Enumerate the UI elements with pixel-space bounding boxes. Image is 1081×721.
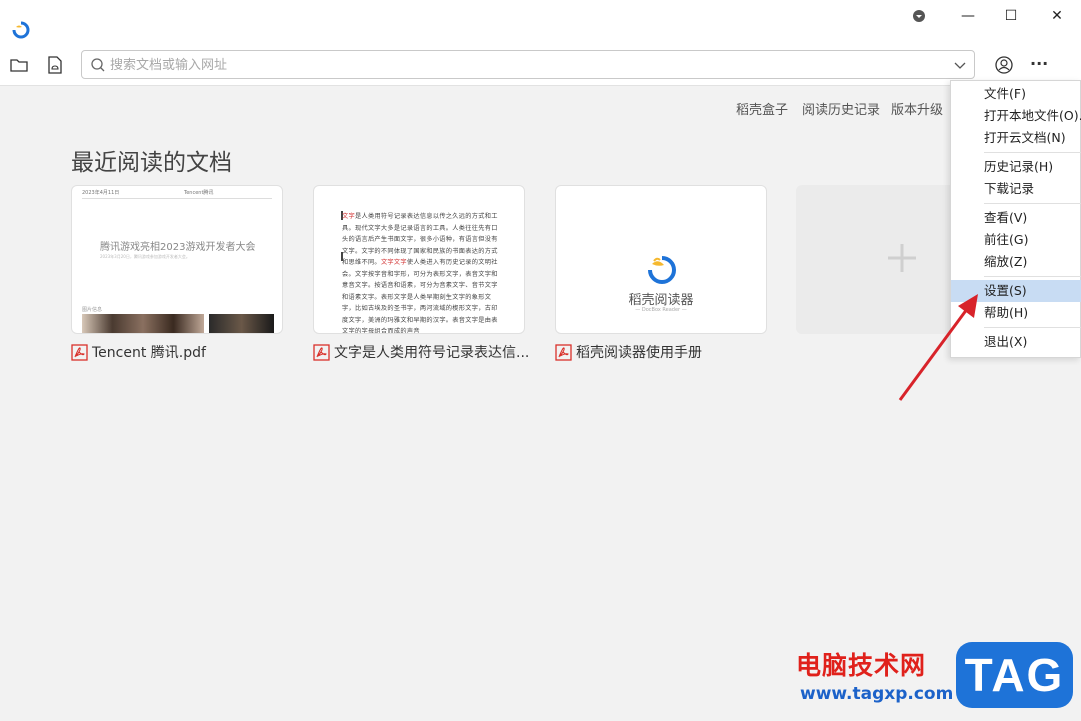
close-button[interactable]: ✕	[1034, 4, 1080, 28]
highlight-text: 文字	[342, 213, 355, 220]
dropdown-circle-icon[interactable]	[896, 4, 942, 28]
document-name: 稻壳阅读器使用手册	[576, 345, 702, 361]
preview-photo	[82, 314, 204, 333]
link-docbox[interactable]: 稻壳盒子	[736, 99, 788, 118]
docbox-logo-icon	[648, 256, 676, 284]
minimize-icon: —	[961, 8, 975, 24]
title-bar: — ☐ ✕	[0, 0, 1081, 44]
maximize-button[interactable]: ☐	[988, 4, 1034, 28]
app-logo-icon	[12, 21, 30, 39]
menu-item-goto[interactable]: 前往(G)	[951, 229, 1081, 251]
preview-title: 稻壳阅读器	[628, 293, 694, 308]
menu-divider	[984, 203, 1081, 204]
watermark-url: www.tagxp.com	[800, 684, 954, 704]
minimize-button[interactable]: —	[945, 4, 991, 28]
search-box[interactable]	[81, 50, 975, 79]
menu-item-zoom[interactable]: 缩放(Z)	[951, 251, 1081, 273]
link-upgrade[interactable]: 版本升级	[891, 99, 943, 118]
highlight-text: 文字文字	[380, 259, 407, 266]
preview-title: 腾讯游戏亮相2023游戏开发者大会	[100, 242, 256, 253]
preview-photo	[209, 314, 274, 333]
user-icon[interactable]	[993, 54, 1015, 76]
menu-item-file[interactable]: 文件(F)	[951, 83, 1081, 105]
more-options-button[interactable]: ···	[1030, 54, 1052, 76]
menu-divider	[984, 152, 1081, 153]
document-name: 文字是人类用符号记录表达信...	[334, 345, 530, 361]
page-title: 最近阅读的文档	[71, 150, 232, 176]
search-input[interactable]	[110, 54, 930, 76]
link-reading-history[interactable]: 阅读历史记录	[802, 99, 880, 118]
pdf-icon	[555, 343, 572, 361]
annotation-arrow-icon	[898, 294, 978, 401]
folder-icon[interactable]	[8, 54, 30, 76]
toolbar: ···	[0, 44, 1081, 86]
document-label[interactable]: 稻壳阅读器使用手册	[555, 342, 702, 362]
preview-subtitle: — DocBox Reader —	[635, 307, 687, 313]
document-label[interactable]: Tencent 腾讯.pdf	[71, 342, 206, 362]
preview-line: 是人类用符号记录表达信息以传之久远的方	[354, 213, 479, 220]
document-card-text[interactable]: 文字是人类用符号记录表达信息以传之久远的方式和工具。现代文字大多是记录语言的工具…	[313, 185, 525, 334]
cloud-file-icon[interactable]	[44, 54, 66, 76]
watermark-text: 电脑技术网	[796, 651, 927, 680]
preview-text: 文字是人类用符号记录表达信息以传之久远的方式和工具。现代文字大多是记录语言的工具…	[342, 211, 500, 333]
menu-item-history[interactable]: 历史记录(H)	[951, 156, 1081, 178]
menu-item-open-cloud[interactable]: 打开云文档(N)	[951, 127, 1081, 149]
preview-header-brand: Tencent腾讯	[184, 190, 214, 196]
preview-footer: 图片信息	[82, 307, 103, 313]
menu-divider	[984, 276, 1081, 277]
chevron-down-icon[interactable]	[952, 57, 968, 73]
maximize-icon: ☐	[1004, 8, 1018, 24]
search-icon	[91, 58, 105, 72]
document-name: Tencent 腾讯.pdf	[92, 345, 206, 361]
pdf-icon	[71, 343, 88, 361]
plus-icon	[888, 244, 916, 272]
document-label[interactable]: 文字是人类用符号记录表达信...	[313, 342, 529, 362]
preview-header: 2023年4月11日	[82, 190, 120, 196]
pdf-icon	[313, 343, 330, 361]
preview-divider	[82, 198, 272, 199]
menu-item-downloads[interactable]: 下载记录	[951, 178, 1081, 200]
document-card-manual[interactable]: 稻壳阅读器 — DocBox Reader —	[555, 185, 767, 334]
menu-divider	[984, 327, 1081, 328]
preview-subtitle: 2023年3月20日，腾讯游戏参加游戏开发者大会。	[100, 254, 190, 259]
menu-item-open-local[interactable]: 打开本地文件(O)...	[951, 105, 1081, 127]
watermark-logo: TAG	[956, 642, 1073, 708]
watermark: 电脑技术网 www.tagxp.com TAG	[792, 642, 1081, 721]
document-card-tencent[interactable]: 2023年4月11日 Tencent腾讯 腾讯游戏亮相2023游戏开发者大会 2…	[71, 185, 283, 334]
close-icon: ✕	[1051, 8, 1063, 24]
menu-item-view[interactable]: 查看(V)	[951, 207, 1081, 229]
preview-line: 使人类进入有历	[406, 259, 453, 266]
